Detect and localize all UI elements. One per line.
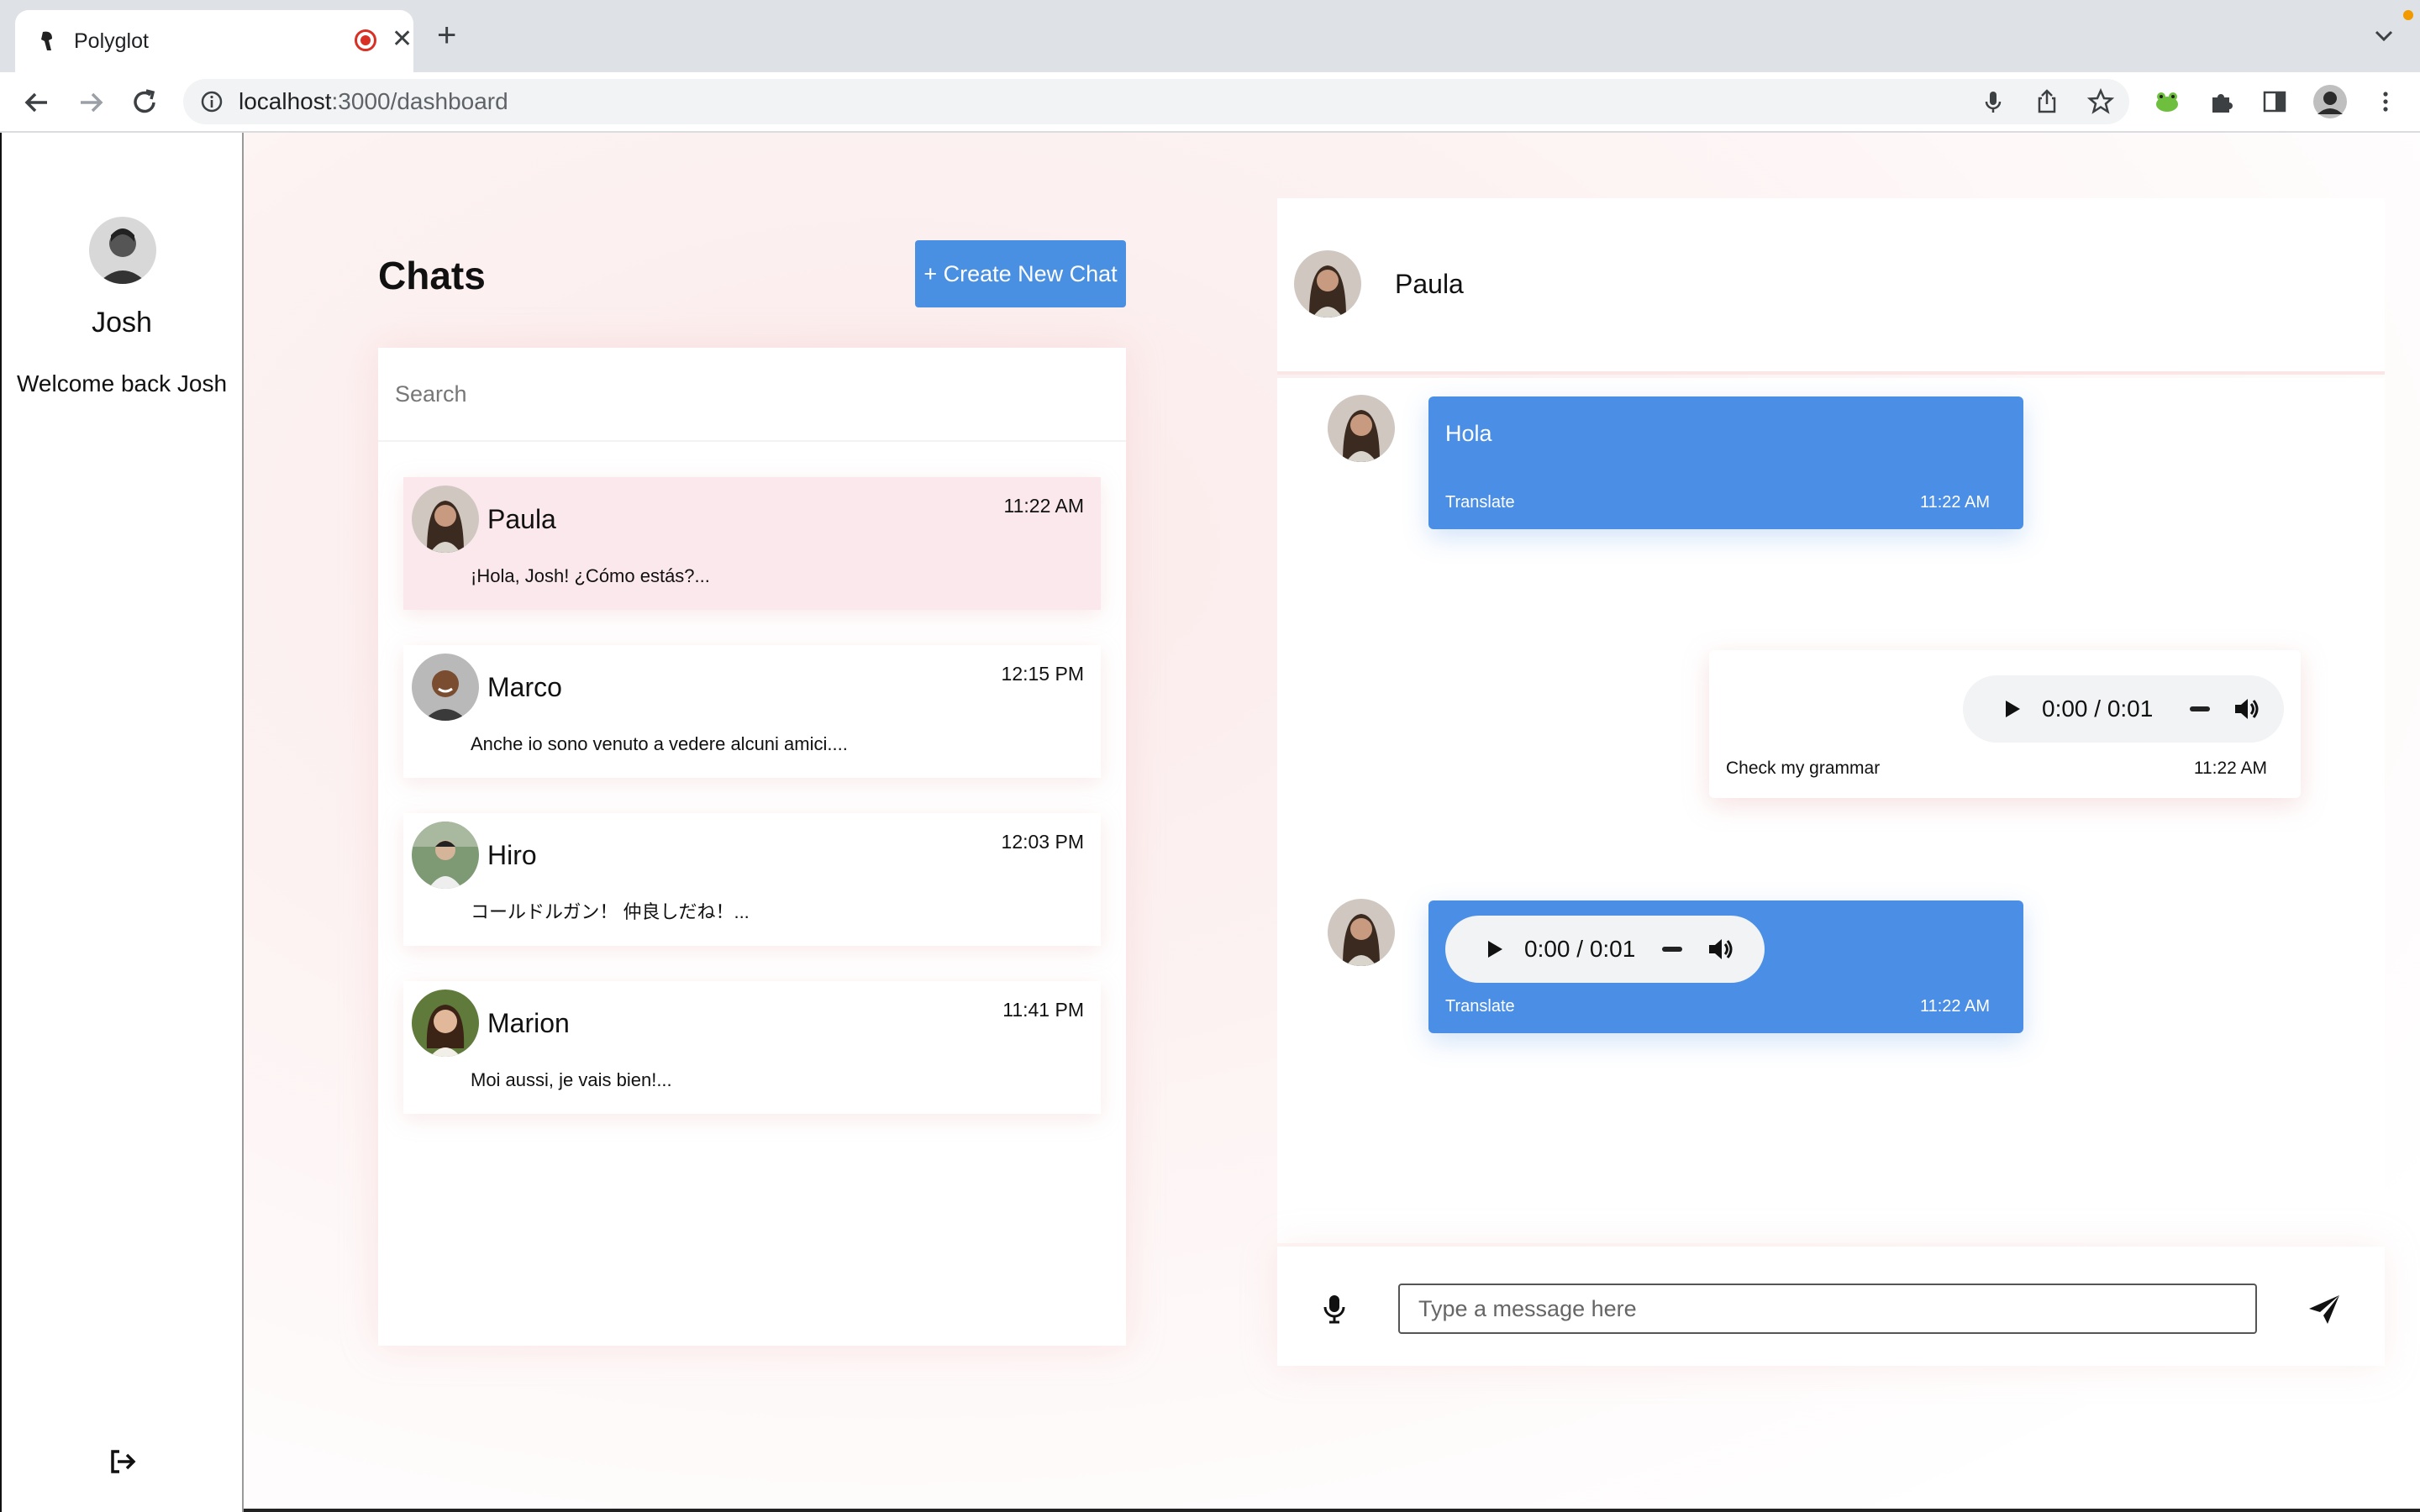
tab-search-chevron-icon[interactable] xyxy=(2371,24,2396,49)
contact-name: Paula xyxy=(487,504,556,534)
translate-link[interactable]: Translate xyxy=(1445,492,1515,512)
contact-avatar xyxy=(412,486,479,553)
translate-link[interactable]: Translate xyxy=(1445,996,1515,1016)
site-info-icon[interactable] xyxy=(200,90,224,113)
chat-list-item-paula[interactable]: Paula 11:22 AM ¡Hola, Josh! ¿Cómo estás?… xyxy=(403,477,1101,610)
message-input[interactable] xyxy=(1398,1284,2257,1334)
contact-avatar xyxy=(412,654,479,721)
update-dot-icon xyxy=(2403,10,2413,20)
recording-indicator-icon xyxy=(355,29,376,51)
browser-tab[interactable]: Polyglot ✕ xyxy=(15,10,413,72)
url-text: localhost:3000/dashboard xyxy=(239,87,508,116)
chat-list-item-marco[interactable]: Marco 12:15 PM Anche io sono venuto a ve… xyxy=(403,645,1101,778)
chat-timestamp: 12:15 PM xyxy=(1001,663,1084,685)
chat-timestamp: 12:03 PM xyxy=(1001,831,1084,853)
bookmark-star-icon[interactable] xyxy=(2086,87,2115,116)
app-sidebar: Josh Welcome back Josh xyxy=(0,133,244,1512)
chats-heading: Chats xyxy=(378,254,486,297)
reload-icon[interactable] xyxy=(128,86,161,119)
browser-menu-icon[interactable] xyxy=(2371,87,2400,116)
mic-icon[interactable] xyxy=(1321,1294,1348,1324)
message-text: Hola xyxy=(1445,421,1492,446)
tab-close-icon[interactable]: ✕ xyxy=(392,25,413,54)
message-timestamp: 11:22 AM xyxy=(1919,997,1990,1016)
chat-timestamp: 11:41 PM xyxy=(1002,999,1084,1021)
chat-list-item-hiro[interactable]: Hiro 12:03 PM コールドルガン！ 仲良しだね！... xyxy=(403,813,1101,946)
audio-time: 0:00 / 0:01 xyxy=(2042,696,2154,722)
chat-preview: ¡Hola, Josh! ¿Cómo estás?... xyxy=(471,565,710,586)
chat-preview: Anche io sono venuto a vedere alcuni ami… xyxy=(471,733,848,754)
play-icon[interactable] xyxy=(1482,937,1506,961)
check-grammar-link[interactable]: Check my grammar xyxy=(1726,758,1880,780)
contact-avatar xyxy=(412,822,479,889)
share-icon[interactable] xyxy=(2033,87,2061,116)
sidebar-username: Josh xyxy=(92,307,152,339)
audio-time: 0:00 / 0:01 xyxy=(1524,936,1636,962)
chat-search-input[interactable] xyxy=(378,348,1126,442)
audio-seek-handle[interactable] xyxy=(1662,947,1682,952)
frog-extension-icon[interactable] xyxy=(2153,87,2181,116)
user-avatar[interactable] xyxy=(89,217,156,284)
contact-avatar xyxy=(1294,250,1361,318)
send-icon[interactable] xyxy=(2307,1294,2341,1326)
extensions-icon[interactable] xyxy=(2207,87,2236,116)
sender-avatar xyxy=(1328,899,1395,966)
window-bottom-edge xyxy=(244,1509,2420,1512)
chat-timestamp: 11:22 AM xyxy=(1003,495,1084,517)
back-icon[interactable] xyxy=(20,86,54,119)
new-tab-icon[interactable]: + xyxy=(437,18,456,52)
conversation-header: Paula xyxy=(1277,198,2385,375)
incoming-audio-bubble: 0:00 / 0:01 Translate 11:22 AM xyxy=(1428,900,2023,1033)
message-timestamp: 11:22 AM xyxy=(2193,759,2267,778)
volume-icon[interactable] xyxy=(1706,934,1736,964)
tab-title: Polyglot xyxy=(74,29,149,53)
volume-icon[interactable] xyxy=(2232,694,2262,724)
outgoing-message-bubble: 0:00 / 0:01 Check my grammar 11:22 AM xyxy=(1709,650,2301,798)
voice-search-icon[interactable] xyxy=(1979,87,2007,116)
conversation-contact-name: Paula xyxy=(1395,269,1464,299)
contact-name: Marion xyxy=(487,1008,570,1038)
contact-avatar xyxy=(412,990,479,1057)
url-host: localhost xyxy=(239,88,332,114)
chat-preview: コールドルガン！ 仲良しだね！... xyxy=(471,901,750,922)
polyglot-favicon-icon xyxy=(35,29,60,54)
forward-icon[interactable] xyxy=(74,86,108,119)
sender-avatar xyxy=(1328,395,1395,462)
incoming-message-bubble: Hola Translate 11:22 AM xyxy=(1428,396,2023,529)
audio-player[interactable]: 0:00 / 0:01 xyxy=(1445,916,1765,983)
message-timestamp: 11:22 AM xyxy=(1919,493,1990,512)
url-path: :3000/dashboard xyxy=(331,88,508,114)
welcome-message: Welcome back Josh xyxy=(16,370,228,396)
profile-avatar[interactable] xyxy=(2312,84,2348,119)
side-panel-icon[interactable] xyxy=(2260,87,2289,116)
logout-icon[interactable] xyxy=(106,1445,139,1478)
play-icon[interactable] xyxy=(2000,697,2023,721)
contact-name: Hiro xyxy=(487,840,537,870)
audio-player[interactable]: 0:00 / 0:01 xyxy=(1963,675,2284,743)
chat-list-item-marion[interactable]: Marion 11:41 PM Moi aussi, je vais bien!… xyxy=(403,981,1101,1114)
create-new-chat-button[interactable]: + Create New Chat xyxy=(915,240,1126,307)
contact-name: Marco xyxy=(487,672,562,702)
chat-preview: Moi aussi, je vais bien!... xyxy=(471,1069,672,1090)
address-bar[interactable]: localhost:3000/dashboard xyxy=(183,79,2129,124)
audio-seek-handle[interactable] xyxy=(2190,706,2210,711)
